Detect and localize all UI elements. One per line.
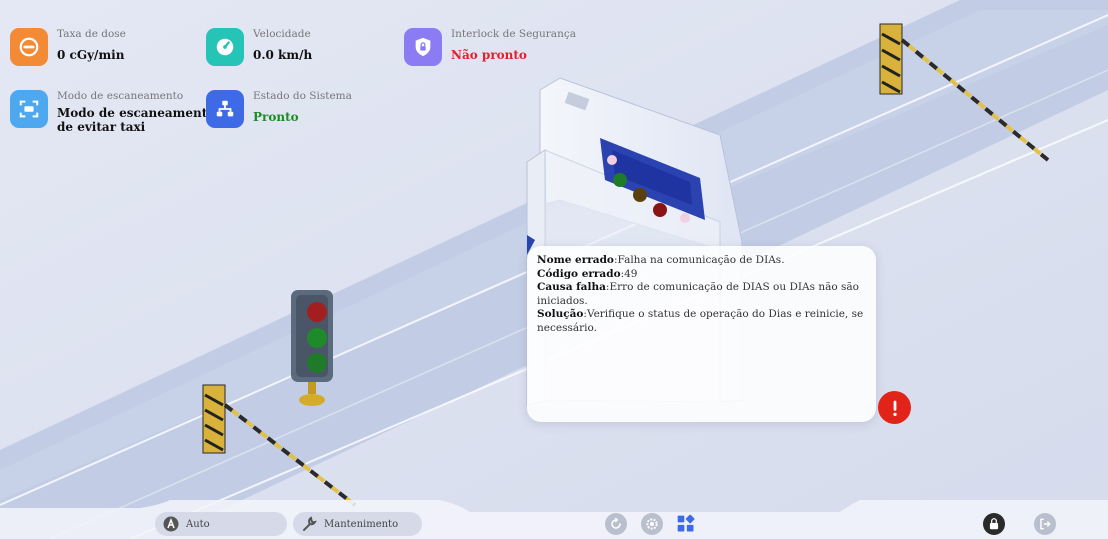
auto-a-icon: [163, 516, 179, 532]
maintenance-mode-label: Mantenimento: [324, 518, 399, 530]
auto-mode-label: Auto: [186, 518, 210, 530]
refresh-icon: [611, 517, 621, 529]
system-state-label: Estado do Sistema: [253, 90, 352, 102]
error-code-row: Código errado:49: [537, 268, 866, 282]
speed-status: Velocidade 0.0 km/h: [206, 28, 312, 66]
speedometer-icon: [10, 28, 48, 66]
error-cause-label: Causa falha: [537, 281, 606, 293]
logout-icon: [1040, 518, 1051, 530]
error-code-value: :49: [620, 267, 638, 280]
settings-button[interactable]: [641, 513, 663, 535]
maintenance-mode-button[interactable]: Mantenimento: [293, 512, 422, 536]
scan-mode-value-line1: Modo de escaneamento: [57, 106, 216, 120]
lock-icon: [989, 518, 999, 530]
scan-mode-value: Modo de escaneamento de evitar taxi: [57, 106, 215, 134]
speed-value: 0.0 km/h: [253, 48, 313, 62]
scan-mode-status: Modo de escaneamento Modo de escaneament…: [10, 90, 215, 134]
error-details-card: Nome errado:Falha na comunicação de DIAs…: [527, 246, 876, 422]
dose-rate-value: 0 cGy/min: [57, 48, 125, 62]
dashboard-grid-icon: [677, 514, 695, 532]
scan-mode-value-line2: de evitar taxi: [57, 120, 146, 134]
dashboard-button[interactable]: [675, 513, 697, 535]
hierarchy-icon: [206, 90, 244, 128]
error-name-value: :Falha na comunicação de DIAs.: [613, 254, 785, 266]
scan-mode-label: Modo de escaneamento: [57, 90, 184, 102]
interlock-label: Interlock de Segurança: [451, 28, 576, 40]
lock-button[interactable]: [983, 513, 1005, 535]
scan-frame-icon: [10, 90, 48, 128]
error-alert-icon[interactable]: [878, 391, 911, 424]
gauge-icon: [206, 28, 244, 66]
system-state-status: Estado do Sistema Pronto: [206, 90, 352, 128]
dose-rate-status: Taxa de dose 0 cGy/min: [10, 28, 126, 66]
error-cause-row: Causa falha:Erro de comunicação de DIAS …: [537, 281, 866, 308]
error-solution-label: Solução: [537, 308, 584, 320]
logout-button[interactable]: [1034, 513, 1056, 535]
auto-mode-button[interactable]: Auto: [155, 512, 287, 536]
interlock-status: Interlock de Segurança Não pronto: [404, 28, 576, 66]
error-solution-value: :Verifique o status de operação do Dias …: [537, 308, 864, 334]
speed-label: Velocidade: [253, 28, 311, 40]
refresh-button[interactable]: [605, 513, 627, 535]
error-name-label: Nome errado: [537, 254, 614, 266]
error-name-row: Nome errado:Falha na comunicação de DIAs…: [537, 254, 866, 268]
gear-icon: [646, 518, 658, 530]
error-solution-row: Solução:Verifique o status de operação d…: [537, 308, 866, 335]
dose-rate-label: Taxa de dose: [57, 28, 126, 40]
system-state-value: Pronto: [253, 110, 299, 124]
interlock-value: Não pronto: [451, 48, 527, 62]
error-code-label: Código errado: [537, 267, 621, 280]
wrench-icon: [301, 516, 317, 532]
shield-lock-icon: [404, 28, 442, 66]
